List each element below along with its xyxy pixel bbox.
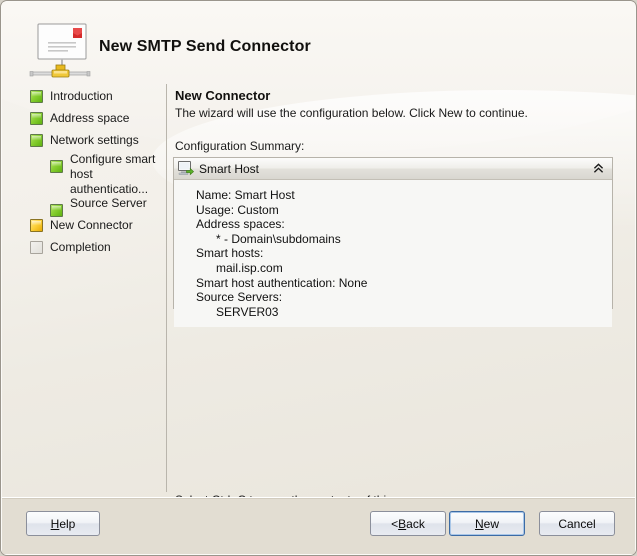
sidebar-item-label: Network settings: [50, 133, 139, 147]
back-button-label: ack: [406, 516, 425, 531]
sidebar-item-introduction[interactable]: Introduction: [30, 89, 113, 104]
step-pending-icon: [30, 241, 43, 254]
wizard-body: New SMTP Send Connector Introduction Add…: [2, 2, 635, 497]
sidebar-item-network-settings[interactable]: Network settings: [30, 133, 139, 148]
step-complete-icon: [50, 160, 63, 173]
back-button-accel: B: [398, 516, 407, 531]
step-complete-icon: [50, 204, 63, 217]
sidebar-item-address-space[interactable]: Address space: [30, 111, 129, 126]
configuration-summary-label: Configuration Summary:: [175, 139, 305, 153]
sidebar-item-label: New Connector: [50, 218, 133, 232]
step-complete-icon: [30, 90, 43, 103]
summary-group-header[interactable]: Smart Host: [174, 158, 612, 180]
sidebar-item-completion[interactable]: Completion: [30, 240, 111, 255]
help-button-accel: H: [50, 516, 60, 531]
sidebar-item-source-server[interactable]: Source Server: [50, 196, 165, 217]
new-button-label: ew: [483, 516, 499, 531]
back-button[interactable]: < Back: [370, 511, 446, 536]
sidebar-item-label: Address space: [50, 111, 130, 125]
dialog-button-bar: Help < Back New Cancel: [2, 497, 635, 554]
new-button-accel: N: [474, 516, 484, 531]
new-button[interactable]: New: [449, 511, 525, 536]
chevron-double-up-icon[interactable]: [590, 160, 607, 177]
sidebar-item-new-connector[interactable]: New Connector: [30, 218, 133, 233]
sidebar-item-configure-smart-host-authentication[interactable]: Configure smart host authenticatio...: [50, 152, 165, 197]
page-title: New Connector: [175, 88, 271, 103]
step-complete-icon: [30, 134, 43, 147]
back-button-prefix: <: [391, 516, 399, 531]
window-title: New SMTP Send Connector: [99, 38, 311, 55]
sidebar-item-label: Source Server: [70, 196, 147, 210]
sidebar-item-label: Configure smart host authenticatio...: [70, 152, 156, 196]
summary-details-text: Name: Smart Host Usage: Custom Address s…: [174, 180, 612, 328]
page-subtitle: The wizard will use the configuration be…: [175, 106, 528, 120]
wizard-window: New SMTP Send Connector Introduction Add…: [0, 0, 637, 556]
smtp-send-connector-icon: [26, 22, 94, 82]
send-connector-icon: [178, 161, 195, 176]
sidebar-item-label: Completion: [50, 240, 111, 254]
window-header: New SMTP Send Connector: [2, 2, 635, 80]
cancel-button-label: Cancel: [558, 516, 596, 531]
wizard-step-sidebar: Introduction Address space Network setti…: [2, 80, 166, 497]
help-button-label: elp: [59, 516, 76, 531]
content-heading-block: New Connector The wizard will use the co…: [175, 88, 619, 120]
configuration-summary-panel: Smart Host Name: Smart Host Usage: Custo…: [173, 157, 613, 328]
step-current-icon: [30, 219, 43, 232]
step-complete-icon: [30, 112, 43, 125]
sidebar-content-divider: [166, 84, 167, 492]
cancel-button[interactable]: Cancel: [539, 511, 615, 536]
summary-group-title: Smart Host: [199, 161, 260, 176]
help-button[interactable]: Help: [26, 511, 100, 536]
sidebar-item-label: Introduction: [50, 89, 113, 103]
